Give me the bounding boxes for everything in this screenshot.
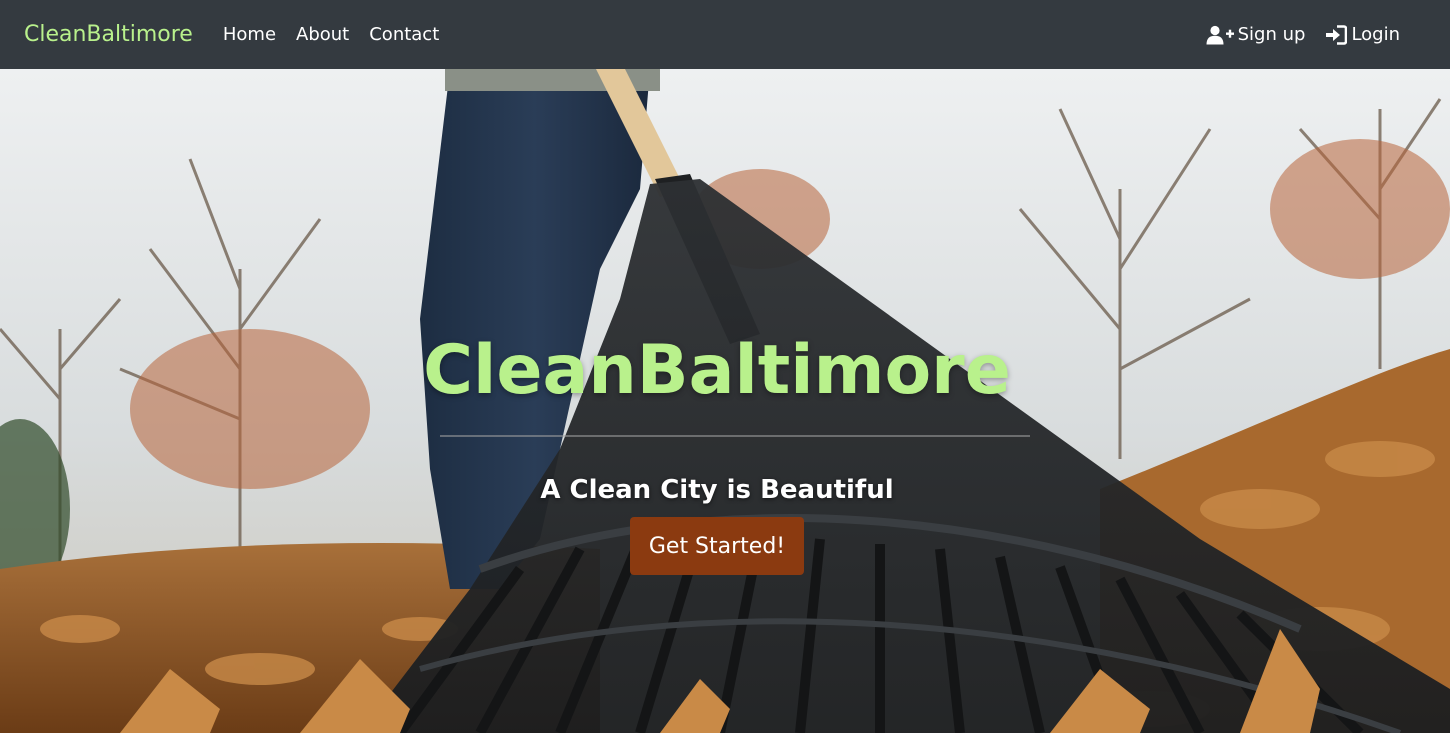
hero-content: CleanBaltimore A Clean City is Beautiful… bbox=[0, 69, 1450, 733]
signup-label: Sign up bbox=[1237, 24, 1306, 45]
nav-auth: Sign up Login bbox=[1186, 24, 1426, 45]
hero-title: CleanBaltimore bbox=[423, 331, 1011, 410]
nav-link-home[interactable]: Home bbox=[223, 24, 276, 45]
hero-subtitle: A Clean City is Beautiful bbox=[540, 475, 894, 505]
nav-link-about[interactable]: About bbox=[296, 24, 349, 45]
login-link[interactable]: Login bbox=[1325, 24, 1400, 45]
nav-links: Home About Contact bbox=[223, 24, 459, 45]
brand-logo-link[interactable]: CleanBaltimore bbox=[24, 22, 193, 47]
sign-in-icon bbox=[1326, 24, 1348, 45]
get-started-button[interactable]: Get Started! bbox=[630, 517, 804, 575]
navbar: CleanBaltimore Home About Contact Sign u… bbox=[0, 0, 1450, 69]
login-label: Login bbox=[1351, 24, 1400, 45]
signup-link[interactable]: Sign up bbox=[1206, 24, 1306, 45]
user-plus-icon bbox=[1206, 25, 1234, 44]
nav-link-contact[interactable]: Contact bbox=[369, 24, 439, 45]
hero-divider bbox=[440, 435, 1030, 437]
hero-section: CleanBaltimore A Clean City is Beautiful… bbox=[0, 69, 1450, 733]
